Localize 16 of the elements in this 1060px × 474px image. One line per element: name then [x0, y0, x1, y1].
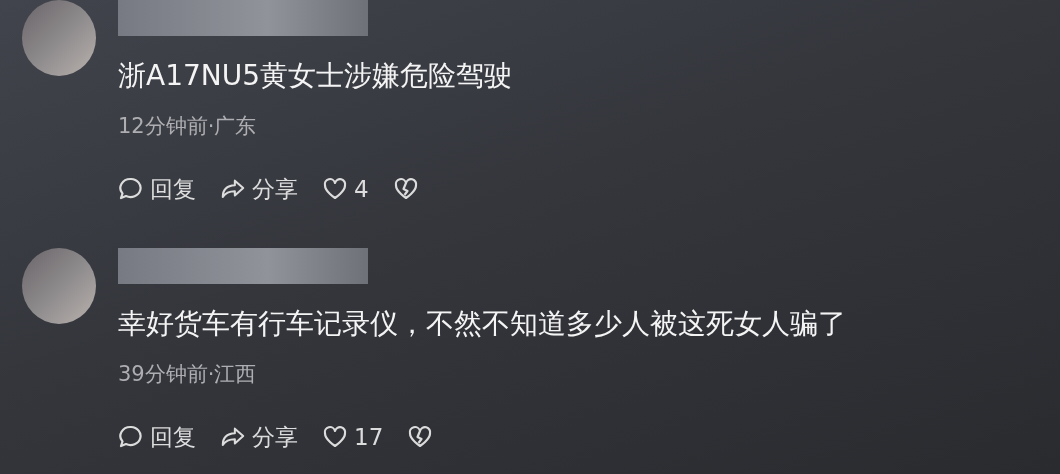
- comment-text: 浙A17NU5黄女士涉嫌危险驾驶: [118, 58, 514, 94]
- reply-button[interactable]: 回复: [118, 173, 196, 205]
- speech-bubble-icon: [118, 176, 144, 202]
- like-button[interactable]: 4: [322, 173, 369, 205]
- heart-icon: [322, 424, 348, 450]
- reply-button[interactable]: 回复: [118, 421, 196, 453]
- comment-text: 幸好货车有行车记录仪，不然不知道多少人被这死女人骗了: [118, 306, 847, 342]
- speech-bubble-icon: [118, 424, 144, 450]
- share-button[interactable]: 分享: [220, 173, 298, 205]
- share-button[interactable]: 分享: [220, 421, 298, 453]
- comment-meta: 39分钟前·江西: [118, 361, 258, 388]
- like-button[interactable]: 17: [322, 421, 384, 453]
- heart-icon: [322, 176, 348, 202]
- comment-meta: 12分钟前·广东: [118, 113, 258, 140]
- dislike-button[interactable]: [407, 424, 434, 450]
- dislike-button[interactable]: [392, 176, 419, 202]
